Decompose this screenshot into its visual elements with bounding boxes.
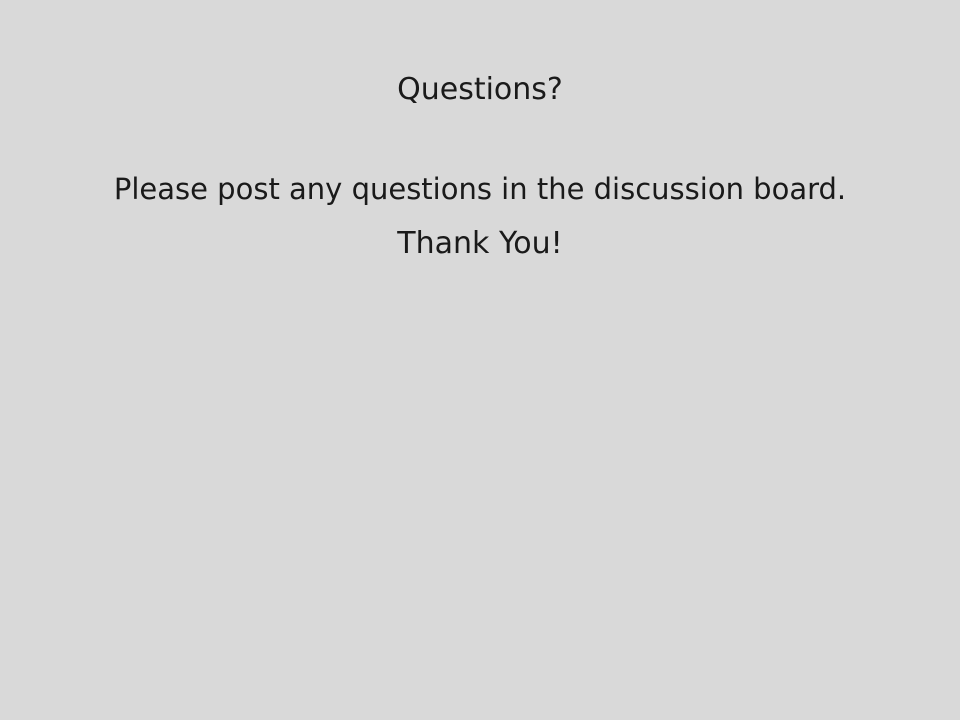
slide-closing: Thank You! [397,226,563,261]
slide: Questions? Please post any questions in … [0,0,960,720]
slide-message: Please post any questions in the discuss… [113,172,847,206]
slide-title: Questions? [397,72,563,107]
